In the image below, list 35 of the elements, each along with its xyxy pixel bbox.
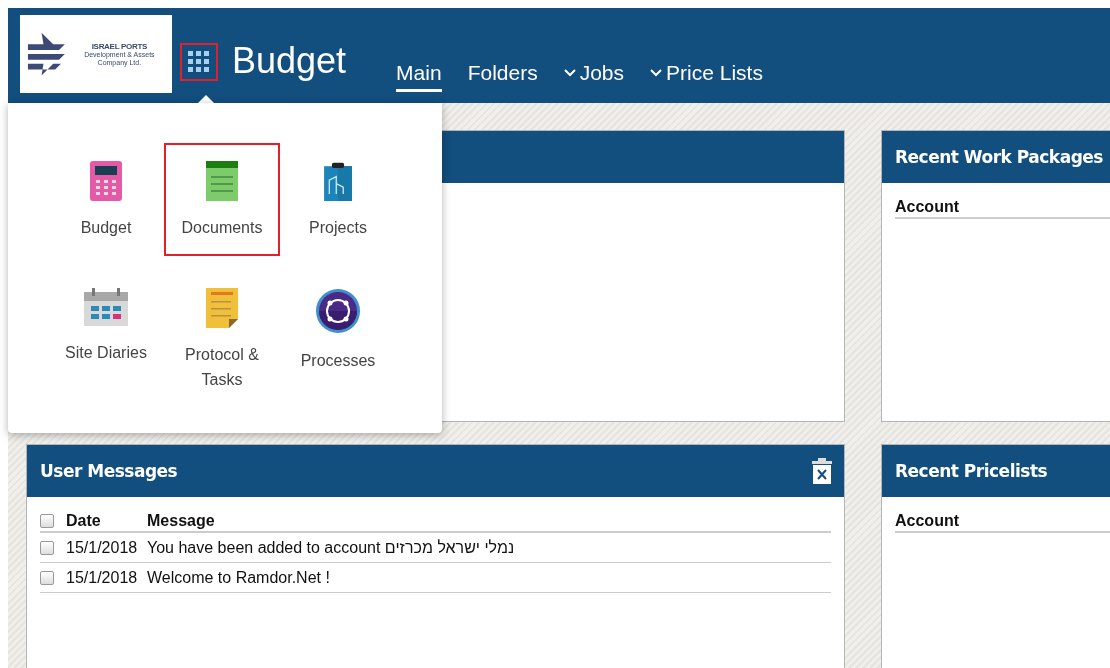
date-cell-text: 15/1/2018 [66, 568, 139, 587]
column-header[interactable]: Date [66, 512, 147, 530]
cycle-icon [315, 288, 361, 334]
message-cell: You have been added to account נמלי ישראל מכרזים [147, 538, 515, 557]
clipboard-icon [324, 161, 352, 201]
app-launcher-button[interactable] [180, 43, 218, 81]
column-header[interactable]: Account [895, 512, 959, 530]
grid-icon [188, 51, 210, 73]
checkbox[interactable] [40, 570, 54, 585]
panel-title: Recent Work Packages [895, 147, 1103, 167]
nav-tab[interactable]: Folders [467, 61, 538, 92]
nav-tab[interactable]: Main [396, 61, 442, 92]
nav-tab[interactable]: Price Lists [650, 61, 763, 92]
checkbox[interactable] [40, 540, 54, 555]
app-menu-item[interactable]: Budget [48, 143, 164, 256]
trash-icon[interactable] [812, 458, 832, 484]
panel-title: User Messages [40, 461, 178, 481]
logo-title: ISRAEL PORTS [91, 41, 148, 51]
nav-tab[interactable]: Jobs [563, 61, 625, 92]
panel-title: Recent Pricelists [895, 461, 1048, 481]
calendar-icon [84, 288, 128, 326]
calculator-icon [90, 161, 122, 201]
column-header[interactable]: Account [895, 198, 959, 216]
column-header[interactable]: Message [147, 512, 215, 530]
app-menu-item[interactable]: Documents [164, 143, 280, 256]
document-icon [206, 161, 238, 201]
date-cell-text: 15/1/2018 [66, 538, 139, 557]
app-menu-item[interactable]: Projects [280, 143, 396, 256]
app-menu-item[interactable]: Processes [280, 270, 396, 383]
note-icon [206, 288, 238, 328]
app-menu-item[interactable]: Protocol & Tasks [164, 270, 280, 400]
message-cell: Welcome to Ramdor.Net ! [147, 568, 330, 587]
app-title: Budget [232, 40, 347, 82]
checkbox[interactable] [40, 514, 54, 528]
app-menu-item[interactable]: Site Diaries [48, 270, 164, 383]
